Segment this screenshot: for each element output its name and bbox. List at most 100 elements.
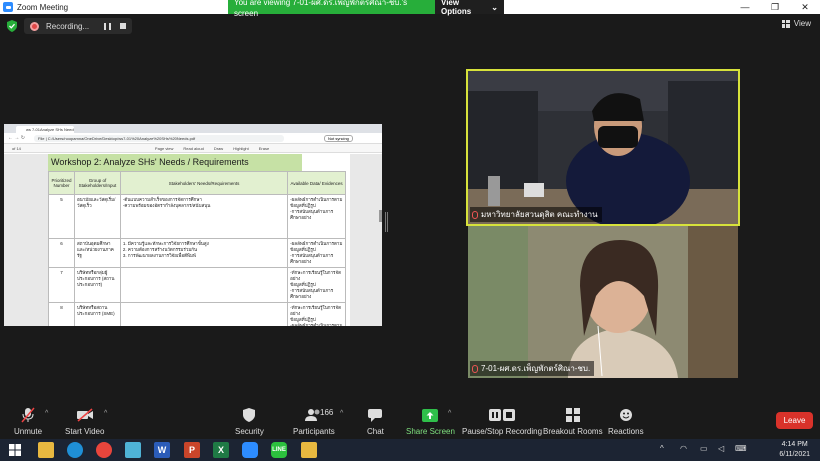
participants-options-caret-icon[interactable]: ^	[340, 410, 343, 417]
file-label: File	[38, 135, 45, 141]
reactions-button[interactable]: Reactions	[608, 406, 644, 436]
chat-label: Chat	[367, 427, 384, 436]
chat-button[interactable]: Chat	[367, 406, 384, 436]
pdf-tool-highlight: Highlight	[233, 145, 249, 151]
participant-name-tag: 7-01-ผศ.ดร.เพ็ญพักตร์ศิณา-ชบ.	[470, 361, 595, 376]
row-group: อนามัยและวัสดุเริ่ม/ วัสดุเร็ว	[73, 194, 121, 239]
video-options-caret-icon[interactable]: ^	[104, 410, 107, 417]
browser-address-bar: ← → ↻ File | C:/Users/noopamna/OneDrive/…	[4, 133, 382, 144]
pdf-scrollbar[interactable]	[379, 210, 382, 222]
row-evidence: -ผลลัพธ์การดำเนินการตาม ข้อมูลที่ปฏิรูป …	[287, 238, 346, 268]
windows-taskbar: W P X LINE ^ ◠ ▭ ◁ ⌨ 4:14 PM 6/11/2021	[0, 439, 820, 461]
minimize-button[interactable]: —	[730, 0, 760, 14]
video-off-icon	[76, 406, 94, 424]
word-icon[interactable]: W	[154, 442, 170, 458]
clock-time: 4:14 PM	[781, 441, 808, 448]
row-needs: 1. มีความรู้และทักษะการวิจัยการศึกษาขั้น…	[119, 238, 289, 268]
keyboard-icon[interactable]: ⌨	[735, 444, 747, 453]
row-evidence: -ทักษะการเรียนรู้ในการจัดอย่าง ข้อมูลที่…	[287, 302, 346, 326]
file-explorer-icon[interactable]	[38, 442, 54, 458]
participant-name-tag: มหาวิทยาลัยสวนดุสิต คณะทำงาน	[470, 207, 602, 222]
unmute-button[interactable]: Unmute	[14, 406, 42, 436]
smiley-icon	[619, 406, 633, 424]
security-button[interactable]: Security	[235, 406, 264, 436]
start-video-button[interactable]: Start Video	[65, 406, 104, 436]
table-header-row: Prioritized Number Group of Stakeholders…	[48, 171, 346, 195]
video-tile-participant[interactable]: 7-01-ผศ.ดร.เพ็ญพักตร์ศิณา-ชบ.	[468, 226, 738, 378]
windows-start-icon[interactable]	[9, 444, 21, 456]
close-button[interactable]: ✕	[790, 0, 820, 14]
recording-dot-icon	[30, 21, 39, 31]
battery-icon[interactable]: ▭	[700, 444, 708, 453]
row-number: 6	[48, 238, 75, 268]
share-banner: You are viewing 7-01-ผศ.ดร.เพ็ญพักตร์ศิณ…	[228, 0, 504, 18]
breakout-rooms-label: Breakout Rooms	[543, 427, 603, 436]
row-needs	[119, 267, 289, 303]
volume-icon[interactable]: ◁	[718, 444, 724, 453]
system-clock[interactable]: 4:14 PM 6/11/2021	[779, 440, 810, 460]
zoom-taskbar-icon[interactable]	[242, 442, 258, 458]
video-tile-active-speaker[interactable]: มหาวิทยาลัยสวนดุสิต คณะทำงาน	[466, 69, 740, 226]
pdf-tool-draw: Draw	[213, 145, 224, 151]
chrome-icon[interactable]	[96, 442, 112, 458]
browser-tab: ws 7-01Analyze SHs Needs	[16, 126, 74, 133]
clock-date: 6/11/2021	[779, 451, 810, 458]
leave-button[interactable]: Leave	[776, 412, 813, 429]
pause-stop-recording-button[interactable]: Pause/Stop Recording	[462, 406, 542, 436]
shared-screen: ws 7-01Analyze SHs Needs ← → ↻ File | C:…	[4, 124, 382, 326]
row-needs	[119, 302, 289, 326]
folder-icon[interactable]	[301, 442, 317, 458]
row-evidence: -ทักษะการเรียนรู้ในการจัดอย่าง ข้อมูลที่…	[287, 267, 346, 303]
row-group: บริษัทหรือสถานประกอบการ (SME)	[73, 302, 121, 326]
audio-options-caret-icon[interactable]: ^	[45, 410, 48, 417]
window-controls: — ❐ ✕	[730, 0, 820, 14]
muted-mic-icon	[472, 210, 478, 219]
pause-recording-icon[interactable]	[104, 23, 111, 30]
table-row: 5 อนามัยและวัสดุเริ่ม/ วัสดุเร็ว -ต้นแบบ…	[48, 194, 346, 239]
view-options-button[interactable]: View Options ⌄	[435, 0, 504, 16]
row-number: 8	[48, 302, 75, 326]
row-group: บริษัทหรือกลุ่มผู้ประกอบการ (สถานประกอบก…	[73, 267, 121, 303]
start-video-label: Start Video	[65, 427, 105, 436]
url-text: C:/Users/noopamna/OneDrive/Desktop/ws7-0…	[47, 135, 196, 141]
page-counter: of 14	[12, 145, 21, 151]
browser-tab-strip: ws 7-01Analyze SHs Needs	[4, 124, 382, 133]
panel-splitter-handle[interactable]	[385, 212, 388, 232]
table-header: Prioritized Number	[48, 171, 75, 195]
line-app-icon[interactable]: LINE	[271, 442, 287, 458]
table-row: 7 บริษัทหรือกลุ่มผู้ประกอบการ (สถานประกอ…	[48, 267, 346, 303]
share-options-caret-icon[interactable]: ^	[448, 410, 451, 417]
breakout-rooms-icon	[565, 406, 580, 424]
pdf-toolbar: of 14 Page view Read aloud Draw Highligh…	[4, 144, 382, 153]
edge-icon[interactable]	[67, 442, 83, 458]
app-icon[interactable]	[125, 442, 141, 458]
address-url: File | C:/Users/noopamna/OneDrive/Deskto…	[34, 134, 284, 142]
chat-bubble-icon	[368, 406, 383, 424]
participant-video-feed	[468, 71, 738, 224]
pdf-tools: Page view Read aloud Draw Highlight Eras…	[155, 146, 269, 151]
powerpoint-icon[interactable]: P	[184, 442, 200, 458]
security-label: Security	[235, 427, 264, 436]
pdf-tool-read-aloud: Read aloud	[183, 145, 204, 151]
excel-icon[interactable]: X	[213, 442, 229, 458]
pause-stop-recording-label: Pause/Stop Recording	[462, 427, 543, 436]
restore-button[interactable]: ❐	[760, 0, 790, 14]
breakout-rooms-button[interactable]: Breakout Rooms	[543, 406, 603, 436]
participants-count: 166	[320, 408, 334, 417]
share-screen-icon	[422, 406, 439, 424]
share-screen-label: Share Screen	[406, 427, 455, 436]
window-title: Zoom Meeting	[17, 2, 69, 12]
stop-recording-icon[interactable]	[120, 23, 126, 29]
view-button[interactable]: View	[781, 19, 811, 28]
zoom-logo-icon	[3, 2, 13, 12]
row-needs: -ต้นแบบความสำเร็จของการจัดการศึกษา -ความ…	[119, 194, 289, 239]
encryption-shield-icon[interactable]	[7, 20, 17, 32]
row-evidence: -ผลลัพธ์การดำเนินการตาม ข้อมูลที่ปฏิรูป …	[287, 194, 346, 239]
tray-chevron-icon[interactable]: ^	[660, 444, 664, 453]
wifi-icon[interactable]: ◠	[680, 444, 687, 453]
row-number: 7	[48, 267, 75, 303]
pdf-page: Workshop 2: Analyze SHs' Needs / Require…	[48, 154, 350, 326]
pdf-viewer: Workshop 2: Analyze SHs' Needs / Require…	[4, 154, 382, 326]
requirements-table: Prioritized Number Group of Stakeholders…	[48, 171, 346, 326]
sync-status: Not syncing	[324, 134, 353, 142]
